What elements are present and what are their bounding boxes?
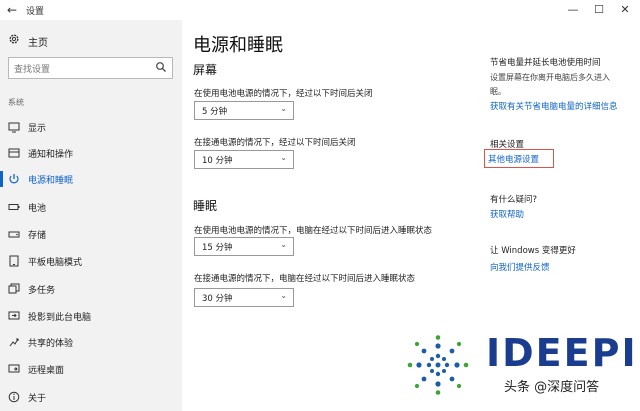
notification-icon bbox=[8, 148, 20, 158]
chevron-down-icon: ⌄ bbox=[280, 153, 287, 162]
maximize-icon[interactable]: ☐ bbox=[587, 1, 611, 19]
gear-icon bbox=[9, 34, 19, 44]
sleep-battery-label: 在使用电池电源的情况下，电脑在经过以下时间后进入睡眠状态 bbox=[194, 226, 433, 236]
sidebar-item-label: 平板电脑模式 bbox=[28, 258, 83, 268]
sleep-plugged-dropdown[interactable]: 30 分钟 ⌄ bbox=[194, 288, 294, 307]
sidebar-item-storage[interactable]: 存储 bbox=[0, 223, 182, 245]
share-icon bbox=[9, 338, 19, 347]
tablet-icon bbox=[9, 255, 19, 267]
additional-power-settings-link[interactable]: 其他电源设置 bbox=[488, 153, 539, 165]
close-icon[interactable]: ✕ bbox=[613, 1, 637, 19]
screen-plugged-dropdown[interactable]: 10 分钟 ⌄ bbox=[194, 150, 294, 169]
sidebar-item-notifications[interactable]: 通知和操作 bbox=[0, 142, 182, 164]
sidebar-item-remote-desktop[interactable]: 远程桌面 bbox=[0, 358, 182, 380]
monitor-icon bbox=[8, 122, 20, 133]
sidebar-item-tablet-mode[interactable]: 平板电脑模式 bbox=[0, 250, 182, 272]
sidebar-item-project[interactable]: 投影到此台电脑 bbox=[0, 305, 182, 327]
sidebar-item-multitasking[interactable]: 多任务 bbox=[0, 278, 182, 300]
sidebar-item-label: 电池 bbox=[28, 204, 47, 214]
sidebar-item-label: 多任务 bbox=[28, 286, 56, 296]
title-bar bbox=[0, 0, 640, 20]
sleep-heading: 睡眠 bbox=[193, 199, 218, 213]
sidebar-item-display[interactable]: 显示 bbox=[0, 116, 182, 138]
screen-plugged-label: 在接通电源的情况下，经过以下时间后关闭 bbox=[194, 138, 356, 148]
home-nav-item[interactable]: 主页 bbox=[0, 29, 182, 51]
sidebar-item-power-sleep[interactable]: 电源和睡眠 bbox=[0, 168, 182, 190]
sidebar-item-label: 远程桌面 bbox=[28, 366, 65, 376]
info-icon bbox=[8, 391, 20, 403]
screen-battery-dropdown[interactable]: 5 分钟 ⌄ bbox=[194, 101, 294, 120]
sidebar-item-battery[interactable]: 电池 bbox=[0, 196, 182, 218]
screen-heading: 屏幕 bbox=[193, 63, 218, 77]
sidebar-item-about[interactable]: 关于 bbox=[0, 386, 182, 408]
sidebar-item-label: 通知和操作 bbox=[28, 150, 74, 160]
minimize-icon[interactable]: — bbox=[561, 1, 585, 19]
screen-battery-label: 在使用电池电源的情况下，经过以下时间后关闭 bbox=[194, 89, 373, 99]
sidebar-item-shared-experiences[interactable]: 共享的体验 bbox=[0, 331, 182, 353]
project-icon bbox=[8, 311, 20, 320]
dropdown-value: 5 分钟 bbox=[202, 107, 228, 117]
sleep-plugged-label: 在接通电源的情况下，电脑在经过以下时间后进入睡眠状态 bbox=[194, 274, 416, 284]
battery-icon bbox=[8, 204, 20, 210]
dropdown-value: 30 分钟 bbox=[202, 294, 233, 304]
sidebar-item-label: 关于 bbox=[28, 394, 47, 404]
battery-tip-text: 设置屏幕在你离开电脑后多久进入 bbox=[490, 73, 610, 82]
remote-icon bbox=[8, 364, 20, 373]
battery-tip-title: 节省电量并延长电池使用时间 bbox=[490, 58, 601, 68]
get-help-link[interactable]: 获取帮助 bbox=[490, 208, 524, 220]
battery-tip-text-2: 眠。 bbox=[490, 87, 506, 96]
sleep-battery-dropdown[interactable]: 15 分钟 ⌄ bbox=[194, 237, 294, 256]
watermark-caption: 头条 @深度问答 bbox=[504, 380, 600, 395]
ideepin-logo-icon bbox=[407, 335, 469, 395]
watermark-brand: IDEEPIN bbox=[486, 331, 640, 375]
search-placeholder: 查找设置 bbox=[14, 65, 51, 75]
multitask-icon bbox=[8, 283, 20, 294]
feedback-link[interactable]: 向我们提供反馈 bbox=[490, 261, 550, 273]
home-label: 主页 bbox=[28, 38, 48, 49]
dropdown-value: 15 分钟 bbox=[202, 243, 233, 253]
power-icon bbox=[9, 174, 19, 184]
window-title: 设置 bbox=[26, 7, 45, 17]
chevron-down-icon: ⌄ bbox=[280, 291, 287, 300]
section-label-system: 系统 bbox=[8, 98, 24, 107]
chevron-down-icon: ⌄ bbox=[280, 240, 287, 249]
active-indicator bbox=[0, 171, 3, 187]
battery-tip-link[interactable]: 获取有关节省电脑电量的详细信息 bbox=[490, 100, 618, 112]
sidebar-item-label: 存储 bbox=[28, 231, 47, 241]
sidebar-item-label: 投影到此台电脑 bbox=[28, 313, 92, 323]
back-arrow-icon[interactable]: ← bbox=[4, 2, 20, 18]
dropdown-value: 10 分钟 bbox=[202, 156, 233, 166]
sidebar-item-label: 电源和睡眠 bbox=[28, 176, 74, 186]
search-icon[interactable] bbox=[155, 61, 167, 73]
chevron-down-icon: ⌄ bbox=[280, 104, 287, 113]
question-title: 有什么疑问? bbox=[490, 195, 538, 205]
page-title: 电源和睡眠 bbox=[193, 35, 283, 56]
storage-icon bbox=[8, 231, 20, 238]
sidebar-item-label: 共享的体验 bbox=[28, 339, 74, 349]
improve-windows-title: 让 Windows 变得更好 bbox=[490, 246, 576, 256]
sidebar-item-label: 显示 bbox=[28, 124, 47, 134]
